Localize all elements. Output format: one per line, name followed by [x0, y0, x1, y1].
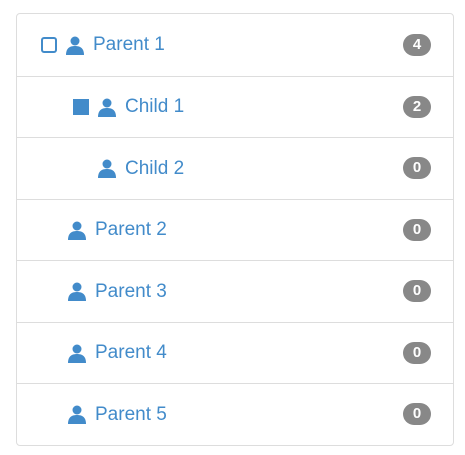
tree-node-parent-5[interactable]: Parent 5 0	[17, 383, 453, 445]
tree-node-label: Parent 1	[93, 34, 165, 56]
tree-node-label: Child 2	[125, 157, 185, 179]
tree-node-parent-4[interactable]: Parent 4 0	[17, 321, 453, 384]
collapse-toggle-icon[interactable]	[41, 36, 57, 53]
tree-node-label: Child 1	[125, 96, 185, 118]
expand-toggle-icon[interactable]	[73, 98, 89, 115]
count-badge: 0	[403, 157, 431, 180]
user-icon	[68, 282, 86, 302]
user-icon	[98, 98, 116, 117]
tree-node-parent-3[interactable]: Parent 3 0	[17, 260, 453, 322]
tree-node-parent-1[interactable]: Parent 1 4	[17, 14, 453, 76]
user-icon	[68, 405, 86, 425]
tree-node-child-2[interactable]: Child 2 0	[17, 137, 453, 199]
tree-view: Parent 1 4 Child 1 2 Child 2 0 Parent 2 …	[16, 13, 454, 446]
count-badge: 4	[403, 33, 431, 56]
tree-node-label: Parent 5	[95, 403, 167, 425]
user-icon	[68, 221, 86, 240]
user-icon	[66, 36, 84, 55]
tree-node-parent-2[interactable]: Parent 2 0	[17, 198, 453, 261]
count-badge: 0	[403, 341, 431, 364]
count-badge: 0	[403, 280, 431, 303]
count-badge: 0	[403, 218, 431, 241]
count-badge: 0	[403, 403, 431, 426]
tree-node-label: Parent 2	[95, 219, 167, 241]
user-icon	[98, 159, 116, 179]
tree-node-child-1[interactable]: Child 1 2	[17, 75, 453, 138]
count-badge: 2	[403, 95, 431, 118]
user-icon	[68, 344, 86, 363]
tree-node-label: Parent 3	[95, 280, 167, 302]
tree-node-label: Parent 4	[95, 342, 167, 364]
